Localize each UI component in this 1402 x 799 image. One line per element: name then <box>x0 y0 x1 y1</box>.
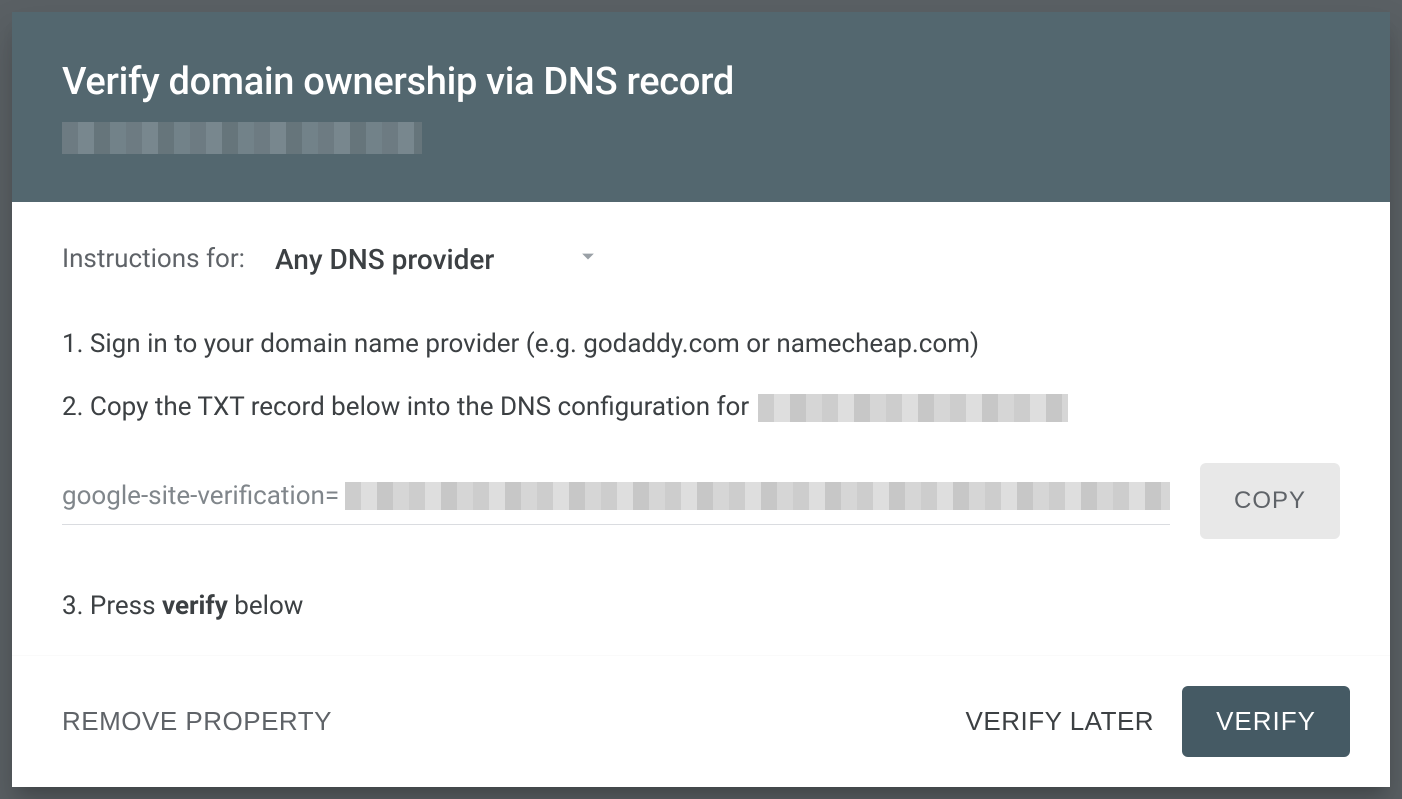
modal-title: Verify domain ownership via DNS record <box>62 60 1340 106</box>
step-3-suffix: below <box>228 591 304 621</box>
step-2-text: 2. Copy the TXT record below into the DN… <box>62 392 756 422</box>
domain-name-redacted <box>62 122 422 154</box>
step-2: 2. Copy the TXT record below into the DN… <box>62 388 1340 427</box>
verify-later-button[interactable]: VERIFY LATER <box>966 706 1155 737</box>
txt-record-value-redacted <box>345 482 1170 510</box>
instructions-row: Instructions for: Any DNS provider <box>62 242 1340 277</box>
copy-button[interactable]: COPY <box>1200 463 1340 539</box>
dns-provider-selected: Any DNS provider <box>275 243 494 276</box>
modal-header: Verify domain ownership via DNS record <box>12 12 1390 202</box>
verify-button[interactable]: VERIFY <box>1182 686 1350 757</box>
modal-footer: REMOVE PROPERTY VERIFY LATER VERIFY <box>12 655 1390 787</box>
step-3-prefix: 3. Press <box>62 591 162 621</box>
chevron-down-icon <box>574 242 602 277</box>
remove-property-button[interactable]: REMOVE PROPERTY <box>62 706 332 737</box>
txt-record-field[interactable]: google-site-verification= <box>62 477 1170 525</box>
step-3-verify-word: verify <box>162 591 228 621</box>
step-3: 3. Press verify below <box>62 587 1340 626</box>
verify-domain-modal: Verify domain ownership via DNS record I… <box>12 12 1390 787</box>
txt-record-row: google-site-verification= COPY <box>62 463 1340 539</box>
dns-provider-select[interactable]: Any DNS provider <box>275 242 602 277</box>
footer-left: REMOVE PROPERTY <box>62 706 332 737</box>
footer-right: VERIFY LATER VERIFY <box>966 686 1350 757</box>
txt-record-prefix: google-site-verification= <box>62 477 339 516</box>
instructions-for-label: Instructions for: <box>62 244 245 274</box>
instruction-steps: 1. Sign in to your domain name provider … <box>62 325 1340 626</box>
modal-body[interactable]: Instructions for: Any DNS provider 1. Si… <box>12 202 1390 655</box>
step-2-domain-redacted <box>758 394 1068 422</box>
step-1: 1. Sign in to your domain name provider … <box>62 325 1340 364</box>
